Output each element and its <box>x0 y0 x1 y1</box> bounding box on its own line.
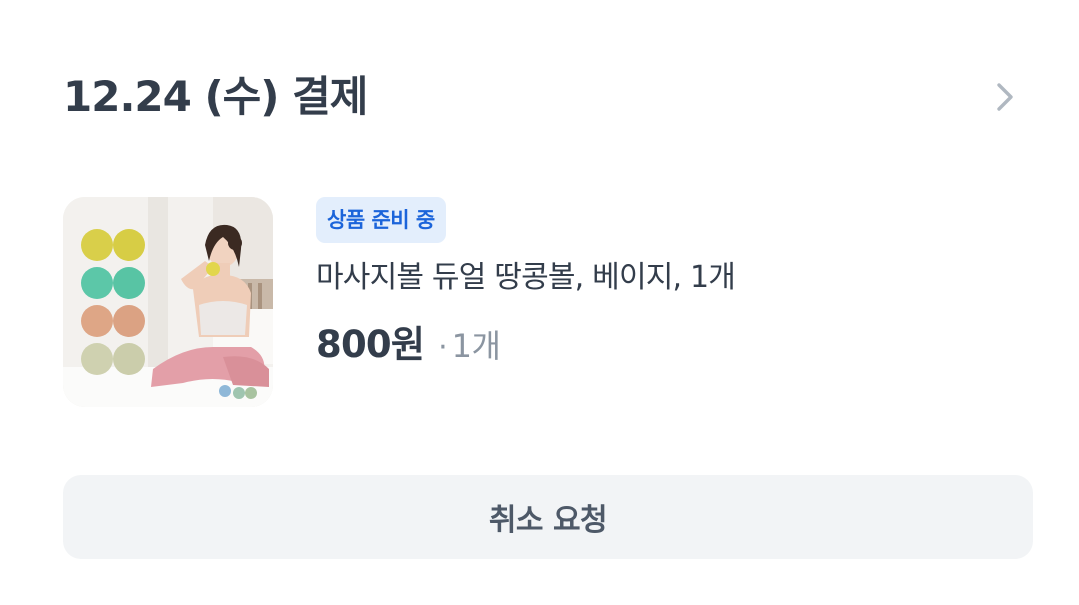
product-info: 상품 준비 중 마사지볼 듀얼 땅콩볼, 베이지, 1개 800원 · 1개 <box>316 197 736 407</box>
order-header[interactable]: 12.24 (수) 결제 <box>63 62 1033 132</box>
cancel-request-button[interactable]: 취소 요청 <box>63 475 1033 559</box>
price-line: 800원 · 1개 <box>316 314 735 368</box>
product-name: 마사지볼 듀얼 땅콩볼, 베이지, 1개 <box>316 260 736 295</box>
product-image <box>63 197 273 407</box>
product-price: 800원 <box>316 323 425 366</box>
product-item[interactable]: 상품 준비 중 마사지볼 듀얼 땅콩볼, 베이지, 1개 800원 · 1개 <box>63 197 736 407</box>
chevron-right-icon[interactable] <box>985 77 1025 117</box>
order-date-title: 12.24 (수) 결제 <box>63 72 368 121</box>
quantity-separator: · <box>438 330 448 365</box>
product-quantity: 1개 <box>451 327 501 365</box>
status-badge: 상품 준비 중 <box>316 197 446 243</box>
